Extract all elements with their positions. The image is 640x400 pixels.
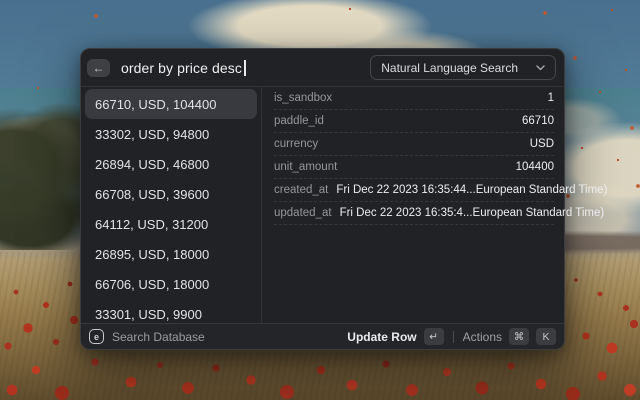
command-name: Search Database	[112, 330, 205, 344]
list-item[interactable]: 66710, USD, 104400	[85, 89, 257, 119]
list-item[interactable]: 33302, USD, 94800	[85, 119, 257, 149]
detail-row: created_atFri Dec 22 2023 16:35:44...Eur…	[274, 179, 554, 202]
enter-key-badge: ↵	[424, 328, 444, 345]
list-item[interactable]: 66706, USD, 18000	[85, 269, 257, 299]
back-button[interactable]: ←	[87, 59, 110, 77]
detail-value: 66710	[522, 115, 554, 127]
chevron-down-icon	[536, 65, 545, 71]
launcher-window: ← order by price desc Natural Language S…	[80, 48, 565, 350]
detail-key: created_at	[274, 184, 328, 196]
detail-value: 104400	[516, 161, 554, 173]
main-content: 66710, USD, 10440033302, USD, 9480026894…	[81, 87, 564, 323]
list-item[interactable]: 26895, USD, 18000	[85, 239, 257, 269]
detail-value: Fri Dec 22 2023 16:35:44...European Stan…	[336, 184, 607, 196]
search-database-icon: e	[89, 329, 104, 344]
search-input[interactable]: order by price desc	[121, 60, 370, 76]
detail-key: updated_at	[274, 207, 332, 219]
search-mode-dropdown[interactable]: Natural Language Search	[370, 55, 556, 80]
back-arrow-icon: ←	[93, 62, 105, 74]
detail-value: USD	[530, 138, 554, 150]
detail-key: paddle_id	[274, 115, 324, 127]
action-bar-divider	[453, 331, 454, 343]
detail-key: currency	[274, 138, 318, 150]
text-cursor	[244, 60, 246, 76]
detail-panel: is_sandbox 1 paddle_id 66710 currency USD unit…	[262, 87, 564, 323]
detail-row: is_sandbox 1	[274, 87, 554, 110]
search-mode-label: Natural Language Search	[381, 61, 518, 75]
detail-key: unit_amount	[274, 161, 337, 173]
update-row-button[interactable]: Update Row	[347, 330, 416, 344]
action-bar-right: Update Row ↵ Actions ⌘ K	[347, 328, 556, 345]
search-topbar: ← order by price desc Natural Language S…	[81, 49, 564, 87]
actions-button[interactable]: Actions	[463, 330, 502, 344]
cmd-key-badge: ⌘	[509, 328, 529, 345]
list-item[interactable]: 64112, USD, 31200	[85, 209, 257, 239]
search-query-text: order by price desc	[121, 60, 242, 76]
detail-row: currency USD	[274, 133, 554, 156]
results-list: 66710, USD, 10440033302, USD, 9480026894…	[81, 87, 261, 323]
list-item[interactable]: 33301, USD, 9900	[85, 299, 257, 323]
action-bar: e Search Database Update Row ↵ Actions ⌘…	[81, 323, 564, 349]
detail-row: paddle_id 66710	[274, 110, 554, 133]
detail-key: is_sandbox	[274, 92, 332, 104]
detail-row: updated_atFri Dec 22 2023 16:35:4...Euro…	[274, 202, 554, 225]
list-item[interactable]: 26894, USD, 46800	[85, 149, 257, 179]
detail-row: unit_amount 104400	[274, 156, 554, 179]
k-key-badge: K	[536, 328, 556, 345]
detail-value: Fri Dec 22 2023 16:35:4...European Stand…	[340, 207, 605, 219]
list-item[interactable]: 66708, USD, 39600	[85, 179, 257, 209]
detail-value: 1	[548, 92, 554, 104]
